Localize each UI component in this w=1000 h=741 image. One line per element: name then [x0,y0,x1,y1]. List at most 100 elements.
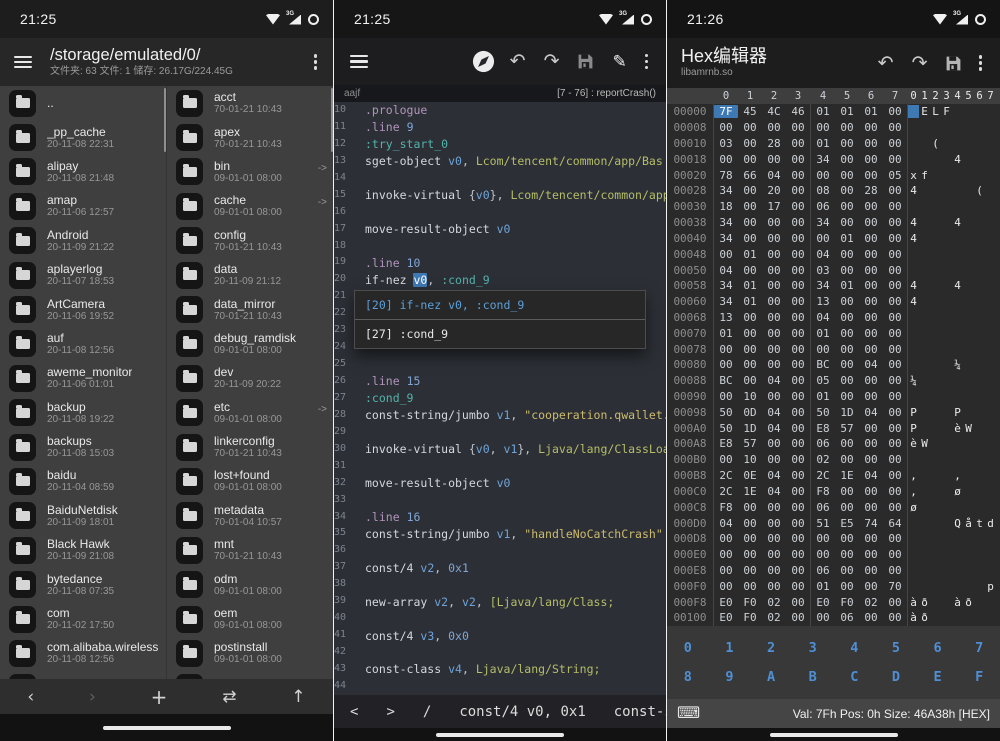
ascii-cell[interactable] [919,200,930,213]
ascii-cell[interactable] [985,501,996,514]
ascii-cell[interactable] [919,232,930,245]
ascii-cell[interactable] [941,121,952,134]
hex-byte-cell[interactable]: 34 [811,216,835,229]
ascii-cell[interactable] [985,422,996,435]
hex-byte-cell[interactable]: 00 [883,548,907,561]
ascii-cell[interactable] [930,596,941,609]
hex-byte-cell[interactable]: 00 [762,548,786,561]
hex-byte-cell[interactable]: 51 [811,517,835,530]
ascii-cell[interactable] [974,232,985,245]
snippet-item[interactable]: const/4 v0, 0x1 [459,704,585,720]
hex-byte-cell[interactable]: 00 [883,295,907,308]
hex-byte-cell[interactable]: 00 [811,548,835,561]
hex-byte-cell[interactable]: 00 [786,517,810,530]
file-row[interactable]: com.cn21.vi [0,671,166,679]
ascii-cell[interactable]: å [963,517,974,530]
ascii-cell[interactable] [963,358,974,371]
hex-byte-cell[interactable]: 00 [859,548,883,561]
ascii-cell[interactable] [941,517,952,530]
ascii-cell[interactable] [974,153,985,166]
hex-byte-cell[interactable]: 00 [859,327,883,340]
ascii-cell[interactable] [919,121,930,134]
hex-byte-cell[interactable]: 00 [714,580,738,593]
ascii-cell[interactable] [930,532,941,545]
file-row[interactable]: acct70-01-21 10:43 [167,86,332,120]
file-row[interactable]: etc09-01-01 08:00-> [167,396,332,430]
ascii-cell[interactable]: t [974,517,985,530]
file-row[interactable]: aplayerlog20-11-07 18:53 [0,258,166,292]
file-row[interactable]: aweme_monitor20-11-06 01:01 [0,361,166,395]
ascii-cell[interactable] [908,358,919,371]
hex-byte-cell[interactable]: 20 [762,184,786,197]
swap-panes-icon[interactable]: ⇄ [212,685,246,709]
keypad-key-a[interactable]: A [751,669,791,685]
ascii-cell[interactable] [952,232,963,245]
ascii-cell[interactable] [985,469,996,482]
ascii-cell[interactable] [941,548,952,561]
hex-byte-cell[interactable]: 05 [883,169,907,182]
hex-byte-cell[interactable]: 00 [859,279,883,292]
hex-byte-cell[interactable]: 00 [786,169,810,182]
hex-byte-cell[interactable]: 00 [859,374,883,387]
hex-byte-cell[interactable]: 00 [786,153,810,166]
hex-byte-cell[interactable]: 00 [811,121,835,134]
ascii-cell[interactable] [963,406,974,419]
ascii-cell[interactable] [963,390,974,403]
ascii-cell[interactable] [963,453,974,466]
hex-byte-cell[interactable]: 04 [762,374,786,387]
ascii-cell[interactable] [919,248,930,261]
hex-byte-cell[interactable]: 50 [714,422,738,435]
ascii-cell[interactable] [952,311,963,324]
hex-byte-cell[interactable]: 05 [811,374,835,387]
hex-byte-cell[interactable]: 57 [738,437,762,450]
hex-byte-cell[interactable]: 00 [738,501,762,514]
hex-byte-cell[interactable]: 1E [835,469,859,482]
scrollbar-thumb[interactable] [164,88,167,152]
ascii-cell[interactable] [974,279,985,292]
code-line[interactable]: 31 [334,458,666,475]
ascii-cell[interactable] [963,611,974,624]
ascii-cell[interactable] [985,137,996,150]
hex-byte-cell[interactable]: F0 [835,596,859,609]
ascii-cell[interactable] [919,532,930,545]
hex-byte-cell[interactable]: 13 [811,295,835,308]
ascii-cell[interactable] [963,311,974,324]
ascii-cell[interactable] [930,311,941,324]
hex-byte-cell[interactable]: E5 [835,517,859,530]
hex-byte-cell[interactable]: 01 [738,248,762,261]
hex-byte-cell[interactable]: 02 [762,611,786,624]
hex-byte-cell[interactable]: 00 [738,517,762,530]
hex-byte-cell[interactable]: 00 [811,343,835,356]
hex-byte-cell[interactable]: 00 [762,343,786,356]
file-row[interactable]: config70-01-21 10:43 [167,224,332,258]
ascii-cell[interactable] [952,532,963,545]
ascii-cell[interactable] [908,453,919,466]
hex-byte-cell[interactable]: 00 [786,232,810,245]
ascii-cell[interactable] [963,248,974,261]
code-line[interactable]: 17move-result-object v0 [334,221,666,238]
ascii-cell[interactable] [985,611,996,624]
ascii-cell[interactable]: P [908,422,919,435]
hex-byte-cell[interactable]: 4C [762,105,786,118]
keypad-key-9[interactable]: 9 [709,669,749,685]
ascii-cell[interactable] [908,248,919,261]
hex-byte-cell[interactable]: 18 [714,200,738,213]
hex-byte-cell[interactable]: 00 [714,390,738,403]
ascii-cell[interactable] [941,564,952,577]
menu-icon[interactable] [350,55,368,68]
hex-byte-cell[interactable]: 00 [859,390,883,403]
ascii-cell[interactable] [941,485,952,498]
code-line[interactable]: 44 [334,678,666,695]
ascii-cell[interactable] [952,295,963,308]
code-line[interactable]: 42 [334,644,666,661]
ascii-cell[interactable] [941,406,952,419]
hex-byte-cell[interactable]: 02 [762,596,786,609]
hex-byte-cell[interactable]: 00 [786,469,810,482]
hex-byte-cell[interactable]: 00 [714,121,738,134]
code-line[interactable]: 36 [334,542,666,559]
code-line[interactable]: 39new-array v2, v2, [Ljava/lang/Class; [334,593,666,610]
ascii-cell[interactable] [963,169,974,182]
ascii-cell[interactable] [930,406,941,419]
code-line[interactable]: 33 [334,492,666,509]
ascii-cell[interactable] [974,485,985,498]
